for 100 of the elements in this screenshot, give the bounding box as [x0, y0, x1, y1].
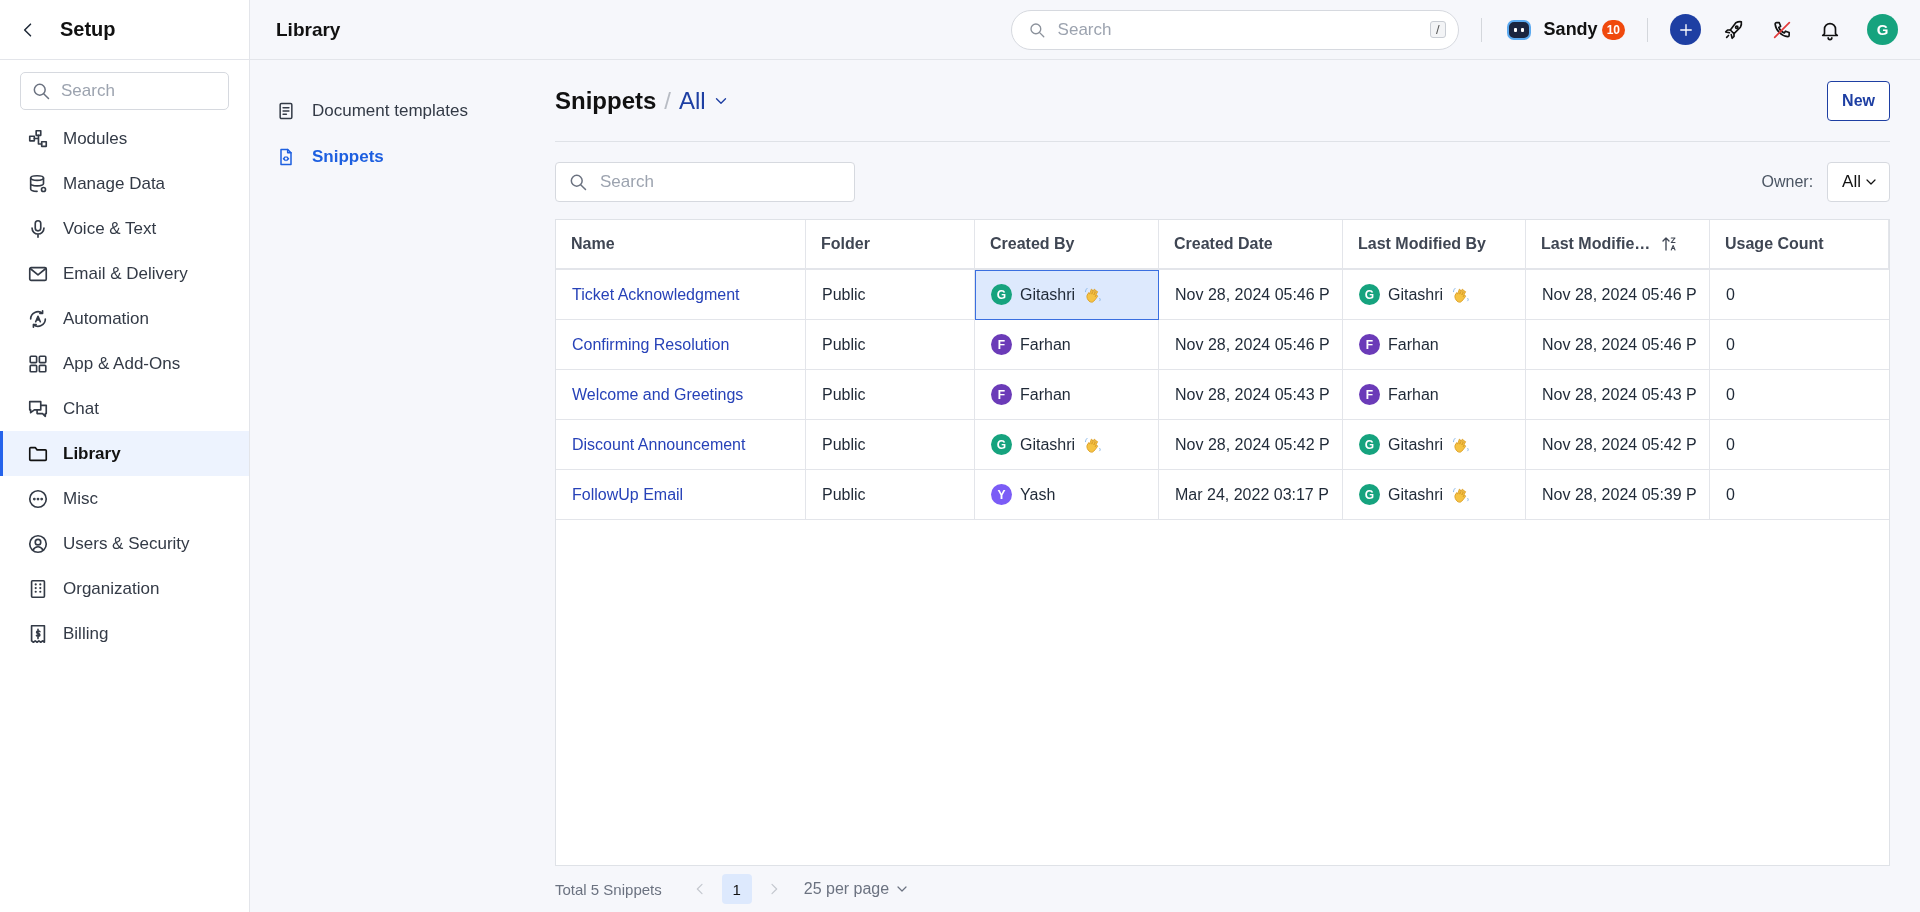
sidebar-item[interactable]: Library	[0, 431, 249, 476]
snippet-name-link[interactable]: Ticket Acknowledgment	[572, 285, 740, 304]
sidebar-item[interactable]: Voice & Text	[0, 206, 249, 251]
page-button[interactable]: 1	[721, 874, 752, 904]
search-icon	[568, 172, 588, 192]
grid-icon	[27, 352, 49, 375]
add-button[interactable]	[1670, 14, 1701, 45]
sidebar-item[interactable]: Users & Security	[0, 521, 249, 566]
table-cell[interactable]: G Gitashri	[975, 270, 1159, 320]
user-avatar: G	[1359, 284, 1380, 305]
sidebar-item[interactable]: App & Add-Ons	[0, 341, 249, 386]
column-header[interactable]: Created Date	[1159, 220, 1343, 270]
snippet-name-link[interactable]: Welcome and Greetings	[572, 385, 744, 404]
shortcut-key: /	[1430, 21, 1446, 38]
search-input[interactable]: Search	[1055, 18, 1420, 41]
table-cell: 0	[1710, 370, 1889, 420]
table-cell: 0	[1710, 420, 1889, 470]
sidebar-item[interactable]: Organization	[0, 566, 249, 611]
table-cell[interactable]: G Gitashri	[975, 420, 1159, 470]
hierarchy-icon	[27, 127, 49, 150]
table-cell: Nov 28, 2024 05:46 P	[1159, 270, 1343, 320]
cycle-icon	[27, 307, 49, 330]
user-name: Gitashri	[1020, 435, 1076, 454]
user-avatar: F	[1359, 384, 1380, 405]
user-name: Gitashri	[1020, 285, 1076, 304]
notification-badge: 10	[1601, 19, 1625, 40]
search-icon	[31, 81, 51, 101]
table-cell: Public	[806, 470, 975, 520]
document-icon	[276, 101, 296, 121]
table-cell: Nov 28, 2024 05:43 P	[1526, 370, 1710, 420]
table-cell[interactable]: Y Yash	[975, 470, 1159, 520]
ellipsis-circle-icon	[27, 487, 49, 510]
total-count: Total 5 Snippets	[555, 880, 662, 898]
table-cell: 0	[1710, 320, 1889, 370]
subnav-item[interactable]: Document templates	[250, 88, 529, 134]
new-button[interactable]: New	[1827, 81, 1890, 121]
search-input[interactable]: Search	[59, 80, 218, 102]
sidebar-item[interactable]: Chat	[0, 386, 249, 431]
user-name: Gitashri	[1388, 435, 1444, 454]
table-cell: 0	[1710, 270, 1889, 320]
owner-dropdown[interactable]: All	[1827, 162, 1890, 202]
sidebar-item[interactable]: Billing	[0, 611, 249, 656]
user-avatar: Y	[991, 484, 1012, 505]
column-header[interactable]: Last Modifie…	[1526, 220, 1710, 270]
table-cell: Nov 28, 2024 05:46 P	[1526, 320, 1710, 370]
search-field[interactable]: Search	[555, 162, 855, 202]
rocket-icon[interactable]	[1723, 18, 1745, 41]
search-field[interactable]: Search	[20, 72, 229, 110]
column-header[interactable]: Last Modified By	[1343, 220, 1526, 270]
user-avatar: G	[1359, 484, 1380, 505]
sidebar-item[interactable]: Modules	[0, 116, 249, 161]
user-name: Gitashri	[1388, 285, 1444, 304]
user-name: Farhan	[1020, 335, 1071, 354]
sidebar-item[interactable]: Manage Data	[0, 161, 249, 206]
page-title: Library	[276, 18, 341, 41]
section-title: Snippets	[555, 87, 657, 115]
subnav-item[interactable]: Snippets	[250, 134, 529, 180]
table-cell: Public	[806, 370, 975, 420]
view-dropdown[interactable]: All	[679, 87, 730, 115]
column-header[interactable]: Folder	[806, 220, 975, 270]
global-search-field[interactable]: Search /	[1010, 9, 1459, 50]
user-avatar: G	[1359, 434, 1380, 455]
user-avatar: F	[991, 334, 1012, 355]
snippet-name-link[interactable]: Confirming Resolution	[572, 335, 730, 354]
sidebar-item[interactable]: Automation	[0, 296, 249, 341]
user-avatar: G	[991, 284, 1012, 305]
database-icon	[27, 172, 49, 195]
table-cell: Nov 28, 2024 05:43 P	[1159, 370, 1343, 420]
table-cell: Nov 28, 2024 05:39 P	[1526, 470, 1710, 520]
sidebar-title: Setup	[60, 18, 116, 41]
column-header[interactable]: Usage Count	[1710, 220, 1889, 270]
table-cell[interactable]: F Farhan	[975, 370, 1159, 420]
breadcrumb-separator: /	[664, 87, 671, 115]
page-size-dropdown[interactable]: 25 per page	[803, 880, 911, 898]
snippet-name-link[interactable]: Discount Announcement	[572, 435, 746, 454]
snippet-name-link[interactable]: FollowUp Email	[572, 485, 684, 504]
sort-descending-icon	[1660, 235, 1679, 253]
table-cell: Nov 28, 2024 05:46 P	[1159, 320, 1343, 370]
table-cell: Public	[806, 320, 975, 370]
table-cell[interactable]: F Farhan	[975, 320, 1159, 370]
table-cell: Nov 28, 2024 05:42 P	[1159, 420, 1343, 470]
user-name: Yash	[1020, 485, 1056, 504]
table-cell: Public	[806, 420, 975, 470]
table-cell: Nov 28, 2024 05:42 P	[1526, 420, 1710, 470]
search-icon	[1027, 20, 1046, 39]
sidebar-item[interactable]: Misc	[0, 476, 249, 521]
user-avatar: G	[991, 434, 1012, 455]
user-avatar: F	[991, 384, 1012, 405]
column-header[interactable]: Name	[556, 220, 806, 270]
assistant-name[interactable]: Sandy	[1543, 19, 1598, 40]
table-cell: Mar 24, 2022 03:17 P	[1159, 470, 1343, 520]
user-circle-icon	[27, 532, 49, 555]
user-name: Farhan	[1020, 385, 1071, 404]
table-cell: Nov 28, 2024 05:46 P	[1526, 270, 1710, 320]
owner-label: Owner:	[1761, 173, 1814, 191]
table-cell: 0	[1710, 470, 1889, 520]
sidebar-item[interactable]: Email & Delivery	[0, 251, 249, 296]
user-name: Farhan	[1388, 335, 1439, 354]
user-name: Gitashri	[1388, 485, 1444, 504]
user-avatar: F	[1359, 334, 1380, 355]
